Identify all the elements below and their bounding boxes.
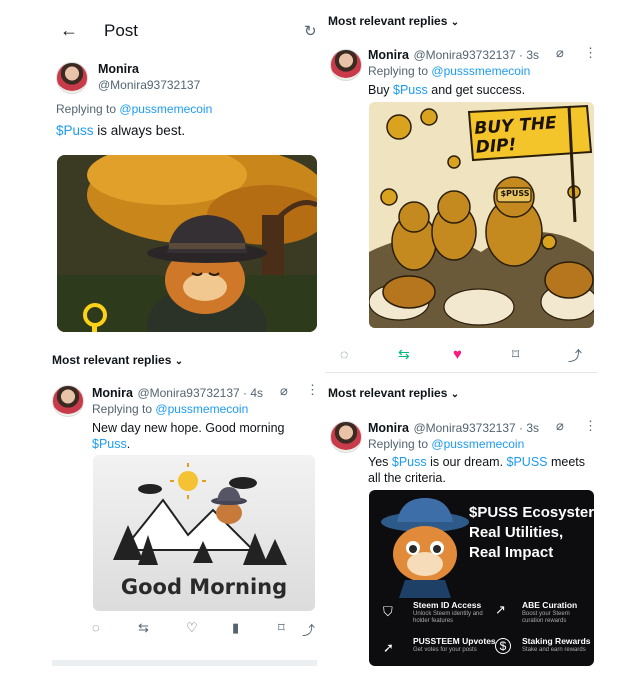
action-bar: ◌ ⇆ ♥ ⌑ ⤴	[340, 346, 585, 364]
trending-up-icon: ↗	[495, 602, 506, 617]
replying-handle-link[interactable]: @pussmemecoin	[119, 102, 212, 116]
card-title-line1: $PUSS Ecosyster	[469, 504, 594, 521]
avatar[interactable]	[330, 421, 362, 453]
replying-prefix: Replying to	[368, 437, 429, 451]
banner-text: BUY THE DIP!	[473, 113, 558, 158]
replying-handle-link[interactable]: @pussmemecoin	[431, 437, 524, 451]
grok-icon[interactable]: ⌀	[556, 418, 564, 434]
reply-text-post: and get success.	[427, 83, 526, 97]
action-bar: ◌ ⇆ ♡ ▮ ⌑ ⤴	[92, 620, 317, 639]
replying-handle-link[interactable]: @pusssmemecoin	[431, 64, 530, 78]
cashtag-link[interactable]: $PUSS	[507, 455, 548, 469]
reply-header: Monira @Monira93732137 · 3s	[368, 46, 539, 64]
rocket-icon: ➚	[383, 640, 394, 655]
feature-title: ABE Curation	[522, 600, 578, 610]
most-relevant-replies-dropdown[interactable]: Most relevant replies ⌄	[52, 353, 183, 367]
bookmark-icon[interactable]: ⌑	[512, 346, 519, 363]
feature-subtitle: Unlock Steem identity and holder feature…	[413, 611, 483, 624]
replying-to: Replying to @pusssmemecoin	[368, 64, 530, 78]
avatar[interactable]	[52, 385, 84, 417]
cashtag-link[interactable]: $Puss	[393, 83, 428, 97]
chevron-down-icon: ⌄	[450, 389, 460, 400]
author-handle-time[interactable]: @Monira93732137 · 3s	[413, 421, 539, 435]
retweet-icon[interactable]: ⇆	[138, 620, 149, 636]
views-icon[interactable]: ▮	[232, 620, 239, 636]
replying-to: Replying to @pussmemecoin	[368, 437, 524, 451]
reply-icon[interactable]: ◌	[340, 346, 348, 362]
replying-handle-link[interactable]: @pussmemecoin	[155, 402, 248, 416]
feature-title: Staking Rewards	[522, 636, 591, 646]
replying-prefix: Replying to	[368, 64, 429, 78]
replying-to: Replying to @pussmemecoin	[92, 402, 248, 416]
retweet-icon[interactable]: ⇆	[398, 346, 410, 363]
reply-text-line1: New day new hope. Good morning	[92, 421, 285, 435]
divider	[326, 372, 598, 373]
reply-image-buy-the-dip[interactable]: BUY THE DIP! $PUSS	[369, 102, 594, 328]
reply-header: Monira @Monira93732137 · 4s	[92, 384, 263, 402]
badge-text: $PUSS	[500, 189, 530, 198]
more-options-icon[interactable]: ⋮	[584, 45, 597, 61]
dollar-coin-icon: $	[495, 638, 511, 654]
reply-image-good-morning[interactable]: Good Morning	[93, 455, 315, 611]
divider	[52, 660, 317, 666]
section-label: Most relevant replies	[328, 14, 448, 28]
shield-icon: ⛉	[383, 604, 393, 619]
refresh-icon[interactable]: ↻	[304, 22, 317, 40]
page-title: Post	[104, 21, 139, 40]
grok-icon[interactable]: ⌀	[556, 45, 564, 61]
reply-text: Yes $Puss is our dream. $PUSS meets all …	[368, 454, 596, 486]
reply-text: New day new hope. Good morning $Puss.	[92, 420, 312, 452]
share-icon[interactable]: ⤴	[302, 620, 315, 639]
reply-text-period: .	[126, 437, 131, 451]
author-name[interactable]: Monira	[368, 421, 409, 435]
cashtag-link[interactable]: $Puss	[56, 123, 94, 138]
chevron-down-icon: ⌄	[450, 17, 460, 28]
reply-image-ecosystem-card[interactable]: $PUSS Ecosyster Real Utilities, Real Imp…	[369, 490, 594, 666]
like-icon-active[interactable]: ♥	[453, 346, 462, 363]
grok-icon[interactable]: ⌀	[280, 383, 288, 399]
author-handle-time[interactable]: @Monira93732137 · 4s	[137, 386, 263, 400]
replying-prefix: Replying to	[56, 102, 117, 116]
reply-icon[interactable]: ◌	[92, 620, 100, 635]
feature-subtitle: Stake and earn rewards	[522, 647, 586, 653]
cashtag-link[interactable]: $Puss	[92, 437, 127, 451]
reply-header: Monira @Monira93732137 · 3s	[368, 419, 539, 437]
tweet-image-cat-cowboy[interactable]	[57, 155, 317, 332]
tweet-text: $Puss is always best.	[56, 123, 185, 139]
avatar[interactable]	[56, 62, 88, 94]
card-title-line3: Real Impact	[469, 544, 554, 561]
chevron-down-icon: ⌄	[174, 356, 184, 367]
replying-prefix: Replying to	[92, 402, 153, 416]
author-name[interactable]: Monira	[368, 48, 409, 62]
avatar[interactable]	[330, 49, 362, 81]
more-options-icon[interactable]: ⋮	[584, 418, 597, 434]
share-icon[interactable]: ⤴	[568, 346, 582, 366]
reply-text-pre: Buy	[368, 83, 394, 97]
bookmark-icon[interactable]: ⌑	[278, 620, 285, 636]
most-relevant-replies-dropdown[interactable]: Most relevant replies ⌄	[328, 14, 459, 28]
most-relevant-replies-dropdown[interactable]: Most relevant replies ⌄	[328, 386, 459, 400]
reply-text-mid: is our dream.	[426, 455, 507, 469]
author-name[interactable]: Monira	[92, 386, 133, 400]
feature-subtitle: Get votes for your posts	[413, 647, 477, 653]
reply-text: Buy $Puss and get success.	[368, 82, 525, 98]
card-title-line2: Real Utilities,	[469, 524, 564, 541]
feature-subtitle: Boost your Steem curation rewards	[522, 611, 570, 624]
tweet-text-rest: is always best.	[93, 123, 186, 138]
feature-title: Steem ID Access	[413, 600, 482, 610]
back-arrow-icon[interactable]: ←	[60, 20, 78, 41]
feature-title: PUSSTEEM Upvotes	[413, 636, 496, 646]
author-name[interactable]: Monira	[98, 62, 139, 76]
author-handle[interactable]: @Monira93732137	[98, 78, 200, 92]
section-label: Most relevant replies	[328, 386, 448, 400]
more-options-icon[interactable]: ⋮	[306, 382, 319, 398]
image-caption-text: Good Morning	[120, 575, 288, 599]
author-handle-time[interactable]: @Monira93732137 · 3s	[413, 48, 539, 62]
like-icon[interactable]: ♡	[186, 620, 198, 636]
section-label: Most relevant replies	[52, 353, 172, 367]
reply-text-pre: Yes	[368, 455, 392, 469]
replying-to: Replying to @pussmemecoin	[56, 102, 212, 116]
cashtag-link[interactable]: $Puss	[392, 455, 427, 469]
